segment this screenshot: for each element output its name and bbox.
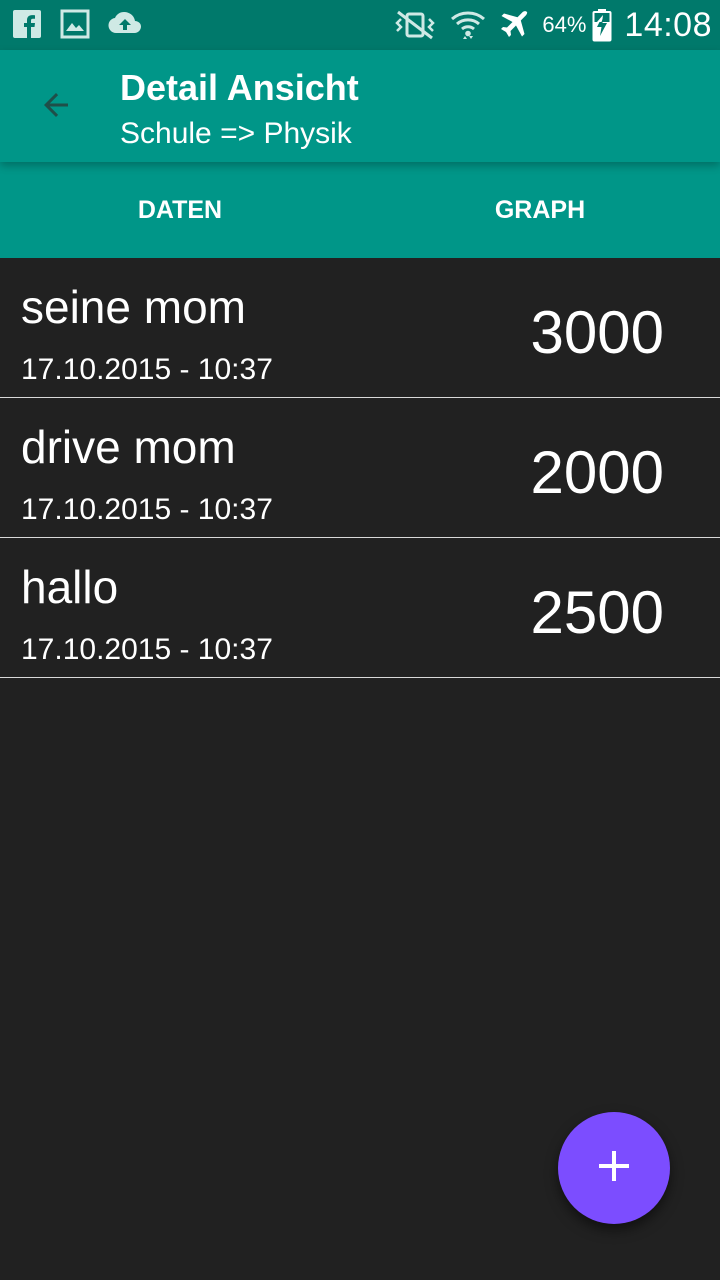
list-item[interactable]: drive mom 17.10.2015 - 10:37 2000	[0, 398, 720, 538]
clock: 14:08	[624, 5, 712, 44]
entry-timestamp: 17.10.2015 - 10:37	[21, 633, 273, 666]
plus-icon	[597, 1149, 631, 1188]
page-title: Detail Ansicht	[120, 67, 359, 108]
wifi-icon	[450, 9, 486, 41]
entry-timestamp: 17.10.2015 - 10:37	[21, 353, 273, 386]
battery-percent: 64%	[542, 12, 587, 37]
airplane-icon	[498, 9, 530, 41]
facebook-icon	[12, 9, 42, 39]
page-subtitle: Schule => Physik	[120, 117, 352, 150]
vibrate-icon	[392, 10, 438, 40]
tab-graph[interactable]: GRAPH	[360, 162, 720, 258]
cloud-upload-icon	[108, 9, 142, 39]
entry-list: seine mom 17.10.2015 - 10:37 3000 drive …	[0, 258, 720, 678]
entry-value: 2000	[530, 439, 664, 506]
tab-bar: DATEN GRAPH	[0, 162, 720, 258]
back-button[interactable]	[28, 79, 84, 135]
entry-name: seine mom	[21, 281, 246, 333]
gallery-icon	[60, 9, 90, 39]
arrow-back-icon	[38, 87, 74, 128]
list-item[interactable]: seine mom 17.10.2015 - 10:37 3000	[0, 258, 720, 398]
list-item[interactable]: hallo 17.10.2015 - 10:37 2500	[0, 538, 720, 678]
add-entry-button[interactable]	[558, 1112, 670, 1224]
entry-timestamp: 17.10.2015 - 10:37	[21, 493, 273, 526]
entry-name: hallo	[21, 561, 119, 613]
status-bar-system: 64% 14:08	[392, 6, 712, 44]
entry-value: 3000	[530, 299, 664, 366]
battery-charging-icon	[592, 8, 612, 42]
entry-value: 2500	[530, 579, 664, 646]
status-bar-notifications	[12, 9, 142, 39]
app-bar: Detail Ansicht Schule => Physik	[0, 50, 720, 162]
entry-name: drive mom	[21, 421, 236, 473]
tab-daten[interactable]: DATEN	[0, 162, 360, 258]
status-bar: 64% 14:08	[0, 0, 720, 50]
